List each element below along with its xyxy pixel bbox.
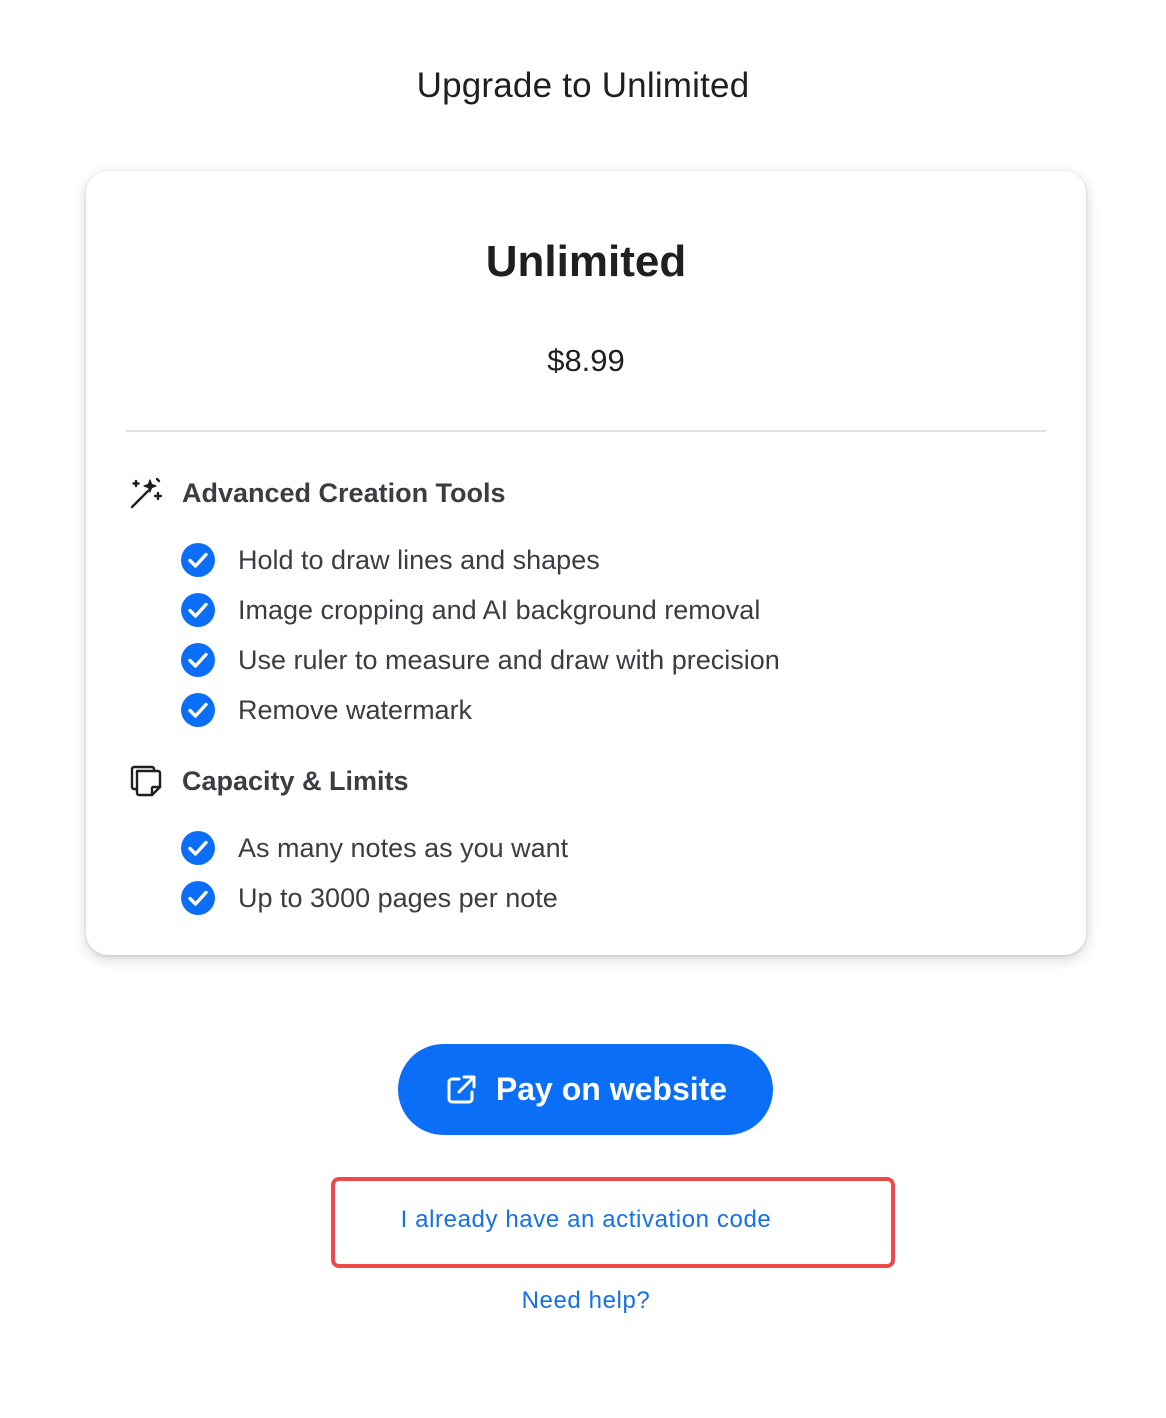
external-link-icon [447, 1075, 476, 1103]
section-title: Advanced Creation Tools [182, 477, 506, 508]
pay-on-website-button[interactable]: Pay on website [398, 1044, 773, 1135]
section-advanced-creation-tools: Advanced Creation Tools Hold to draw lin… [126, 471, 1026, 735]
pay-button-label: Pay on website [495, 1071, 728, 1107]
feature-list: Hold to draw lines and shapes Image crop… [126, 535, 1026, 735]
need-help-link[interactable]: Need help? [0, 1287, 1166, 1315]
section-header: Capacity & Limits [126, 759, 1026, 803]
list-item: Use ruler to measure and draw with preci… [180, 635, 1026, 685]
list-item: Image cropping and AI background removal [180, 585, 1026, 635]
check-circle-icon [181, 881, 215, 915]
list-item: Hold to draw lines and shapes [180, 535, 1026, 585]
section-capacity-limits: Capacity & Limits As many notes as you w… [126, 759, 1026, 923]
check-circle-icon [181, 831, 215, 865]
feature-text: Hold to draw lines and shapes [238, 544, 600, 575]
section-title: Capacity & Limits [182, 765, 409, 796]
feature-text: Up to 3000 pages per note [238, 882, 558, 913]
plan-price: $8.99 [547, 343, 625, 378]
list-item: Up to 3000 pages per note [180, 873, 1026, 923]
activation-code-link[interactable]: I already have an activation code [0, 1206, 1166, 1234]
feature-text: Use ruler to measure and draw with preci… [238, 644, 780, 675]
stacked-pages-icon [126, 761, 166, 801]
page-title: Upgrade to Unlimited [416, 66, 750, 105]
magic-wand-icon [126, 473, 166, 513]
feature-list: As many notes as you want Up to 3000 pag… [126, 823, 1026, 923]
plan-card: Unlimited $8.99 Advanced Creation Tools [86, 171, 1086, 955]
list-item: As many notes as you want [180, 823, 1026, 873]
feature-text: Image cropping and AI background removal [238, 594, 761, 625]
check-circle-icon [181, 543, 215, 577]
check-circle-icon [181, 693, 215, 727]
plan-name: Unlimited [485, 237, 687, 286]
check-circle-icon [181, 593, 215, 627]
section-header: Advanced Creation Tools [126, 471, 1026, 515]
feature-text: Remove watermark [238, 694, 473, 725]
feature-text: As many notes as you want [238, 832, 569, 863]
list-item: Remove watermark [180, 685, 1026, 735]
check-circle-icon [181, 643, 215, 677]
divider [126, 430, 1046, 432]
